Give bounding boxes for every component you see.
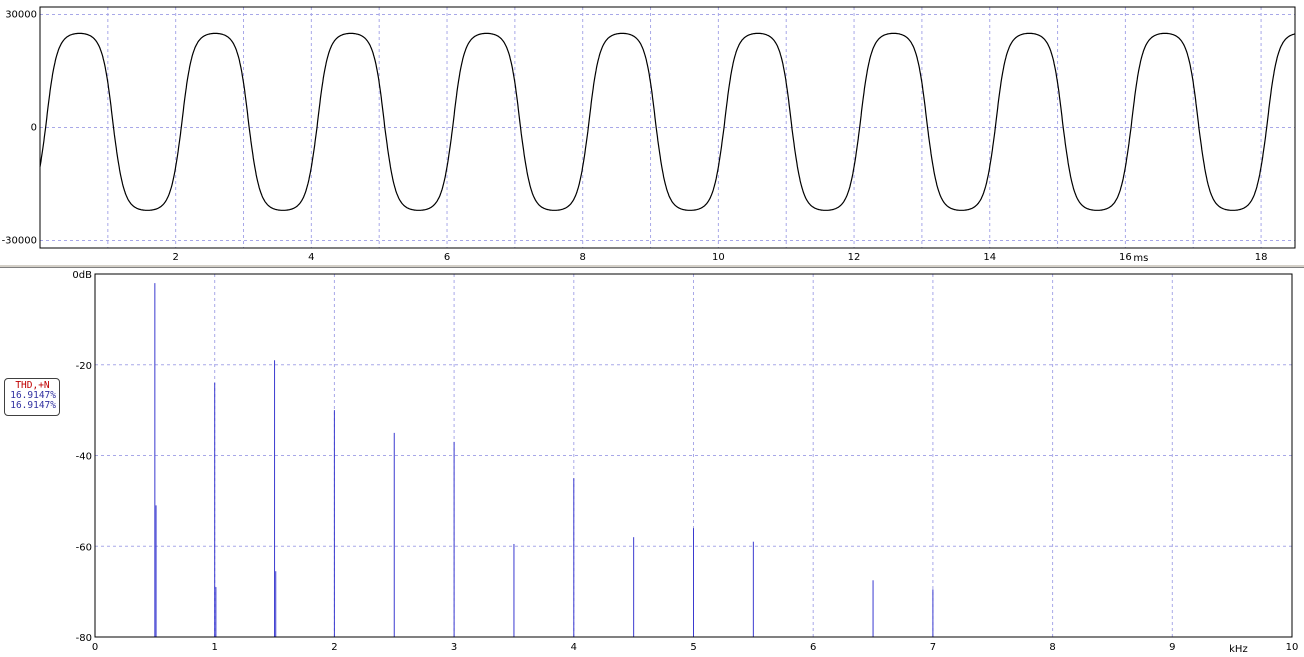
waveform-x-tick-label: 12 <box>848 252 861 263</box>
spectrum-x-tick-label: 1 <box>212 642 218 653</box>
spectrum-y-tick-label: -20 <box>76 361 92 372</box>
waveform-y-tick-label: 30000 <box>5 10 37 21</box>
waveform-x-unit-label: ms <box>1133 253 1148 264</box>
waveform-y-tick-label: 0 <box>31 123 37 134</box>
spectrum-y-tick-label: -80 <box>76 633 92 644</box>
waveform-x-tick-label: 6 <box>444 252 450 263</box>
waveform-x-tick-label: 8 <box>580 252 586 263</box>
spectrum-x-tick-label: 3 <box>451 642 457 653</box>
waveform-trace <box>39 32 1296 211</box>
waveform-x-tick-label: 16 <box>1119 252 1132 263</box>
spectrum-x-tick-label: 5 <box>690 642 696 653</box>
spectrum-x-tick-label: 0 <box>92 642 98 653</box>
spectrum-chart: 0 1 2 3 4 5 6 7 8 9 10 0dB -20 -40 -60 -80 kHz <box>72 270 1299 655</box>
spectrum-y-tick-label: 0dB <box>72 270 92 281</box>
waveform-y-tick-label: -30000 <box>2 235 37 246</box>
spectrum-y-tick-label: -60 <box>76 542 92 553</box>
thd-value-2: 16.9147% <box>10 400 56 411</box>
waveform-x-tick-label: 4 <box>308 252 314 263</box>
spectrum-x-tick-label: 6 <box>810 642 816 653</box>
waveform-panel: 30000 0 -30000 2 4 6 8 10 12 14 16 18 ms <box>0 0 1304 264</box>
waveform-x-tick-label: 18 <box>1255 252 1268 263</box>
waveform-x-tick-label: 14 <box>983 252 996 263</box>
spectrum-x-tick-label: 9 <box>1169 642 1175 653</box>
spectrum-x-unit-label: kHz <box>1229 644 1248 655</box>
spectrum-x-tick-label: 4 <box>571 642 577 653</box>
thd-readout: THD,+N 16.9147% 16.9147% <box>4 378 60 416</box>
waveform-chart: 30000 0 -30000 2 4 6 8 10 12 14 16 18 ms <box>2 6 1296 264</box>
spectrum-panel: 0 1 2 3 4 5 6 7 8 9 10 0dB -20 -40 -60 -80 kHz <box>0 268 1304 657</box>
waveform-x-tick-label: 2 <box>172 252 178 263</box>
waveform-x-tick-label: 10 <box>712 252 725 263</box>
spectrum-x-tick-label: 8 <box>1049 642 1055 653</box>
spectrum-y-tick-label: -40 <box>76 452 92 463</box>
spectrum-x-tick-label: 2 <box>331 642 337 653</box>
spectrum-x-tick-label: 7 <box>930 642 936 653</box>
spectrum-x-tick-label: 10 <box>1286 642 1299 653</box>
